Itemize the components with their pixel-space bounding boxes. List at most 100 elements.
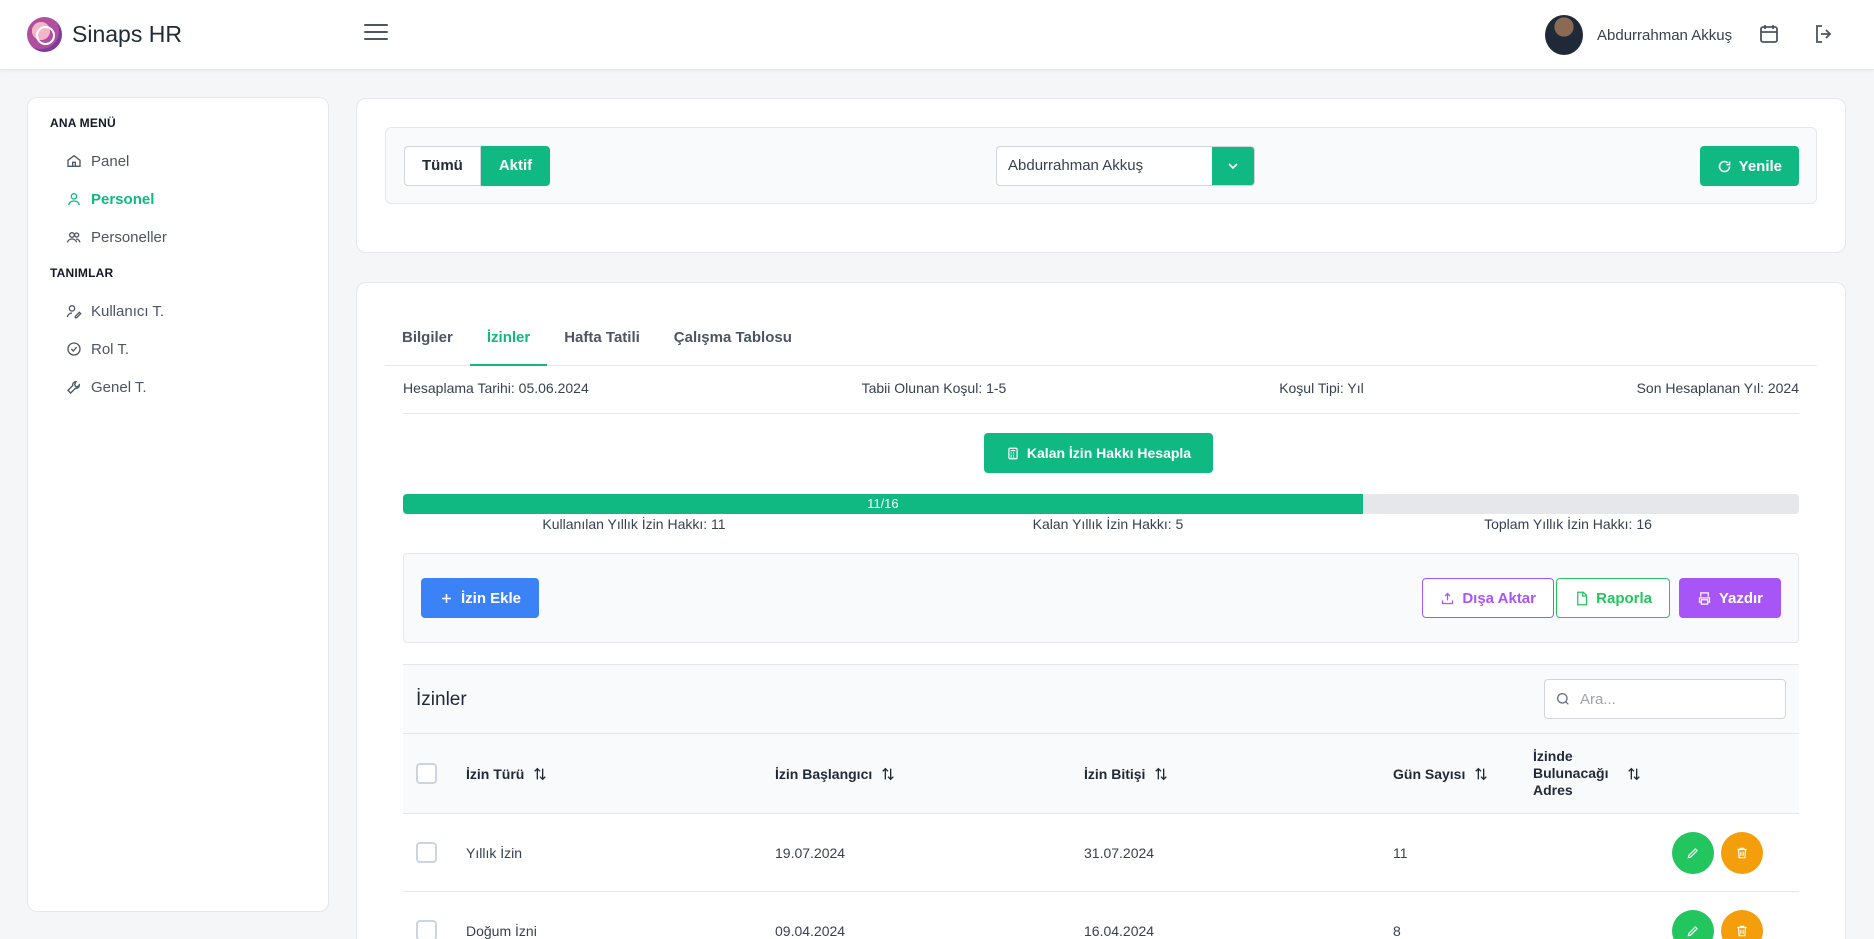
tab-calisma-tablosu[interactable]: Çalışma Tablosu [657, 325, 809, 366]
users-icon [66, 232, 81, 243]
filter-card: Tümü Aktif Abdurrahman Akkuş Yenile [356, 98, 1846, 253]
calendar-icon[interactable] [1757, 22, 1781, 46]
print-button[interactable]: Yazdır [1678, 578, 1781, 618]
search-icon [1557, 693, 1569, 705]
leave-progress-bar: 11/16 [403, 494, 1799, 514]
sidebar-item-label: Panel [91, 152, 130, 170]
trash-icon [1737, 925, 1747, 936]
menu-toggle-icon[interactable] [364, 24, 388, 44]
remaining-leave-label: Kalan Yıllık İzin Hakkı: 5 [1032, 516, 1184, 532]
leave-info-row: Hesaplama Tarihi: 05.06.2024 Tabii Oluna… [403, 380, 1799, 414]
leave-progress-labels: Kullanılan Yıllık İzin Hakkı: 11 Kalan Y… [403, 516, 1799, 534]
delete-button[interactable] [1721, 831, 1763, 874]
report-button[interactable]: Raporla [1556, 578, 1670, 618]
sidebar-item-personeller[interactable]: Personeller [28, 218, 328, 256]
refresh-button[interactable]: Yenile [1699, 146, 1799, 186]
sidebar-item-label: Genel T. [91, 378, 147, 396]
tab-hafta-tatili[interactable]: Hafta Tatili [547, 325, 657, 366]
sort-icon [1628, 767, 1640, 780]
sort-icon [1155, 767, 1168, 780]
condition-type: Koşul Tipi: Yıl [1279, 380, 1364, 396]
edit-button[interactable] [1672, 909, 1714, 939]
table-header-bar: İzinler [403, 664, 1799, 734]
column-header-start[interactable]: İzin Başlangıcı [775, 734, 896, 813]
search-input[interactable] [1580, 690, 1770, 708]
sidebar-item-personel[interactable]: Personel [28, 180, 328, 218]
cell-end: 16.04.2024 [1084, 922, 1155, 939]
row-checkbox[interactable] [416, 920, 437, 939]
filter-bar: Tümü Aktif Abdurrahman Akkuş Yenile [385, 127, 1817, 204]
table-row: Yıllık İzin 19.07.2024 31.07.2024 11 [403, 814, 1799, 892]
column-header-end[interactable]: İzin Bitişi [1084, 734, 1169, 813]
filter-all-button[interactable]: Tümü [404, 146, 481, 186]
plus-icon [442, 593, 451, 603]
calc-date: Hesaplama Tarihi: 05.06.2024 [403, 380, 589, 396]
cell-type: Doğum İzni [466, 922, 537, 939]
condition: Tabii Olunan Koşul: 1-5 [861, 380, 1007, 396]
avatar [1545, 15, 1583, 55]
column-header-address[interactable]: İzinde Bulunacağı Adres [1533, 734, 1642, 813]
search-box[interactable] [1544, 679, 1786, 719]
sort-icon [534, 767, 547, 780]
sidebar-item-panel[interactable]: Panel [28, 142, 328, 180]
sidebar: ANA MENÜ Panel Personel Personeller TANI… [27, 97, 329, 912]
export-label: Dışa Aktar [1462, 589, 1536, 607]
pencil-icon [1687, 847, 1698, 858]
cell-start: 19.07.2024 [775, 844, 846, 861]
calculate-leave-button[interactable]: Kalan İzin Hakkı Hesapla [984, 433, 1213, 473]
cell-end: 31.07.2024 [1084, 844, 1155, 861]
status-segment: Tümü Aktif [404, 146, 551, 186]
person-select[interactable]: Abdurrahman Akkuş [996, 146, 1255, 186]
column-header-type[interactable]: İzin Türü [466, 734, 548, 813]
column-header-days[interactable]: Gün Sayısı [1393, 734, 1489, 813]
check-circle-icon [67, 342, 81, 356]
tab-bilgiler[interactable]: Bilgiler [385, 325, 470, 366]
sidebar-item-label: Personel [91, 190, 155, 208]
menu-heading-main: ANA MENÜ [50, 116, 116, 130]
action-toolbar: İzin Ekle Dışa Aktar Raporla Yazdır [403, 553, 1799, 643]
user-icon [68, 193, 80, 206]
leave-progress-fill: 11/16 [403, 494, 1363, 514]
filter-active-button[interactable]: Aktif [480, 146, 551, 186]
print-label: Yazdır [1718, 589, 1763, 607]
leave-table: İzinler İzin Türü İzin Başlangıcı İzin B… [403, 664, 1799, 939]
pencil-icon [1687, 925, 1698, 936]
refresh-label: Yenile [1738, 157, 1782, 175]
home-icon [67, 154, 81, 167]
delete-button[interactable] [1721, 909, 1763, 939]
cell-start: 09.04.2024 [775, 922, 846, 939]
sidebar-item-genel[interactable]: Genel T. [28, 368, 328, 406]
trash-icon [1737, 847, 1747, 858]
export-button[interactable]: Dışa Aktar [1422, 578, 1554, 618]
table-row: Doğum İzni 09.04.2024 16.04.2024 8 [403, 892, 1799, 939]
sidebar-item-label: Kullanıcı T. [91, 302, 165, 320]
top-bar: Sinaps HR Abdurrahman Akkuş [0, 0, 1874, 70]
cell-days: 11 [1393, 844, 1408, 861]
sort-icon [882, 767, 895, 780]
app-title: Sinaps HR [72, 21, 182, 47]
sidebar-item-label: Personeller [91, 228, 167, 246]
sidebar-item-kullanici[interactable]: Kullanıcı T. [28, 292, 328, 330]
printer-icon [1698, 591, 1710, 605]
logout-icon[interactable] [1812, 22, 1836, 46]
sidebar-item-rol[interactable]: Rol T. [28, 330, 328, 368]
refresh-icon [1718, 160, 1730, 172]
tab-izinler[interactable]: İzinler [469, 325, 548, 366]
add-leave-button[interactable]: İzin Ekle [421, 578, 540, 618]
cell-days: 8 [1393, 922, 1401, 939]
add-leave-label: İzin Ekle [461, 589, 522, 607]
last-calc-year: Son Hesaplanan Yıl: 2024 [1636, 380, 1799, 396]
row-checkbox[interactable] [416, 842, 437, 863]
tab-bar: Bilgiler İzinler Hafta Tatili Çalışma Ta… [385, 325, 1817, 366]
select-all-checkbox[interactable] [416, 763, 437, 784]
person-select-value: Abdurrahman Akkuş [1008, 157, 1144, 174]
cell-type: Yıllık İzin [466, 844, 523, 861]
edit-button[interactable] [1672, 831, 1714, 874]
user-profile[interactable]: Abdurrahman Akkuş [1545, 15, 1732, 55]
app-logo[interactable]: Sinaps HR [27, 17, 182, 52]
calculate-leave-label: Kalan İzin Hakkı Hesapla [1026, 445, 1192, 461]
chevron-down-icon[interactable] [1212, 147, 1254, 185]
logo-icon [27, 17, 62, 52]
user-edit-icon [66, 305, 82, 319]
upload-icon [1442, 592, 1454, 604]
